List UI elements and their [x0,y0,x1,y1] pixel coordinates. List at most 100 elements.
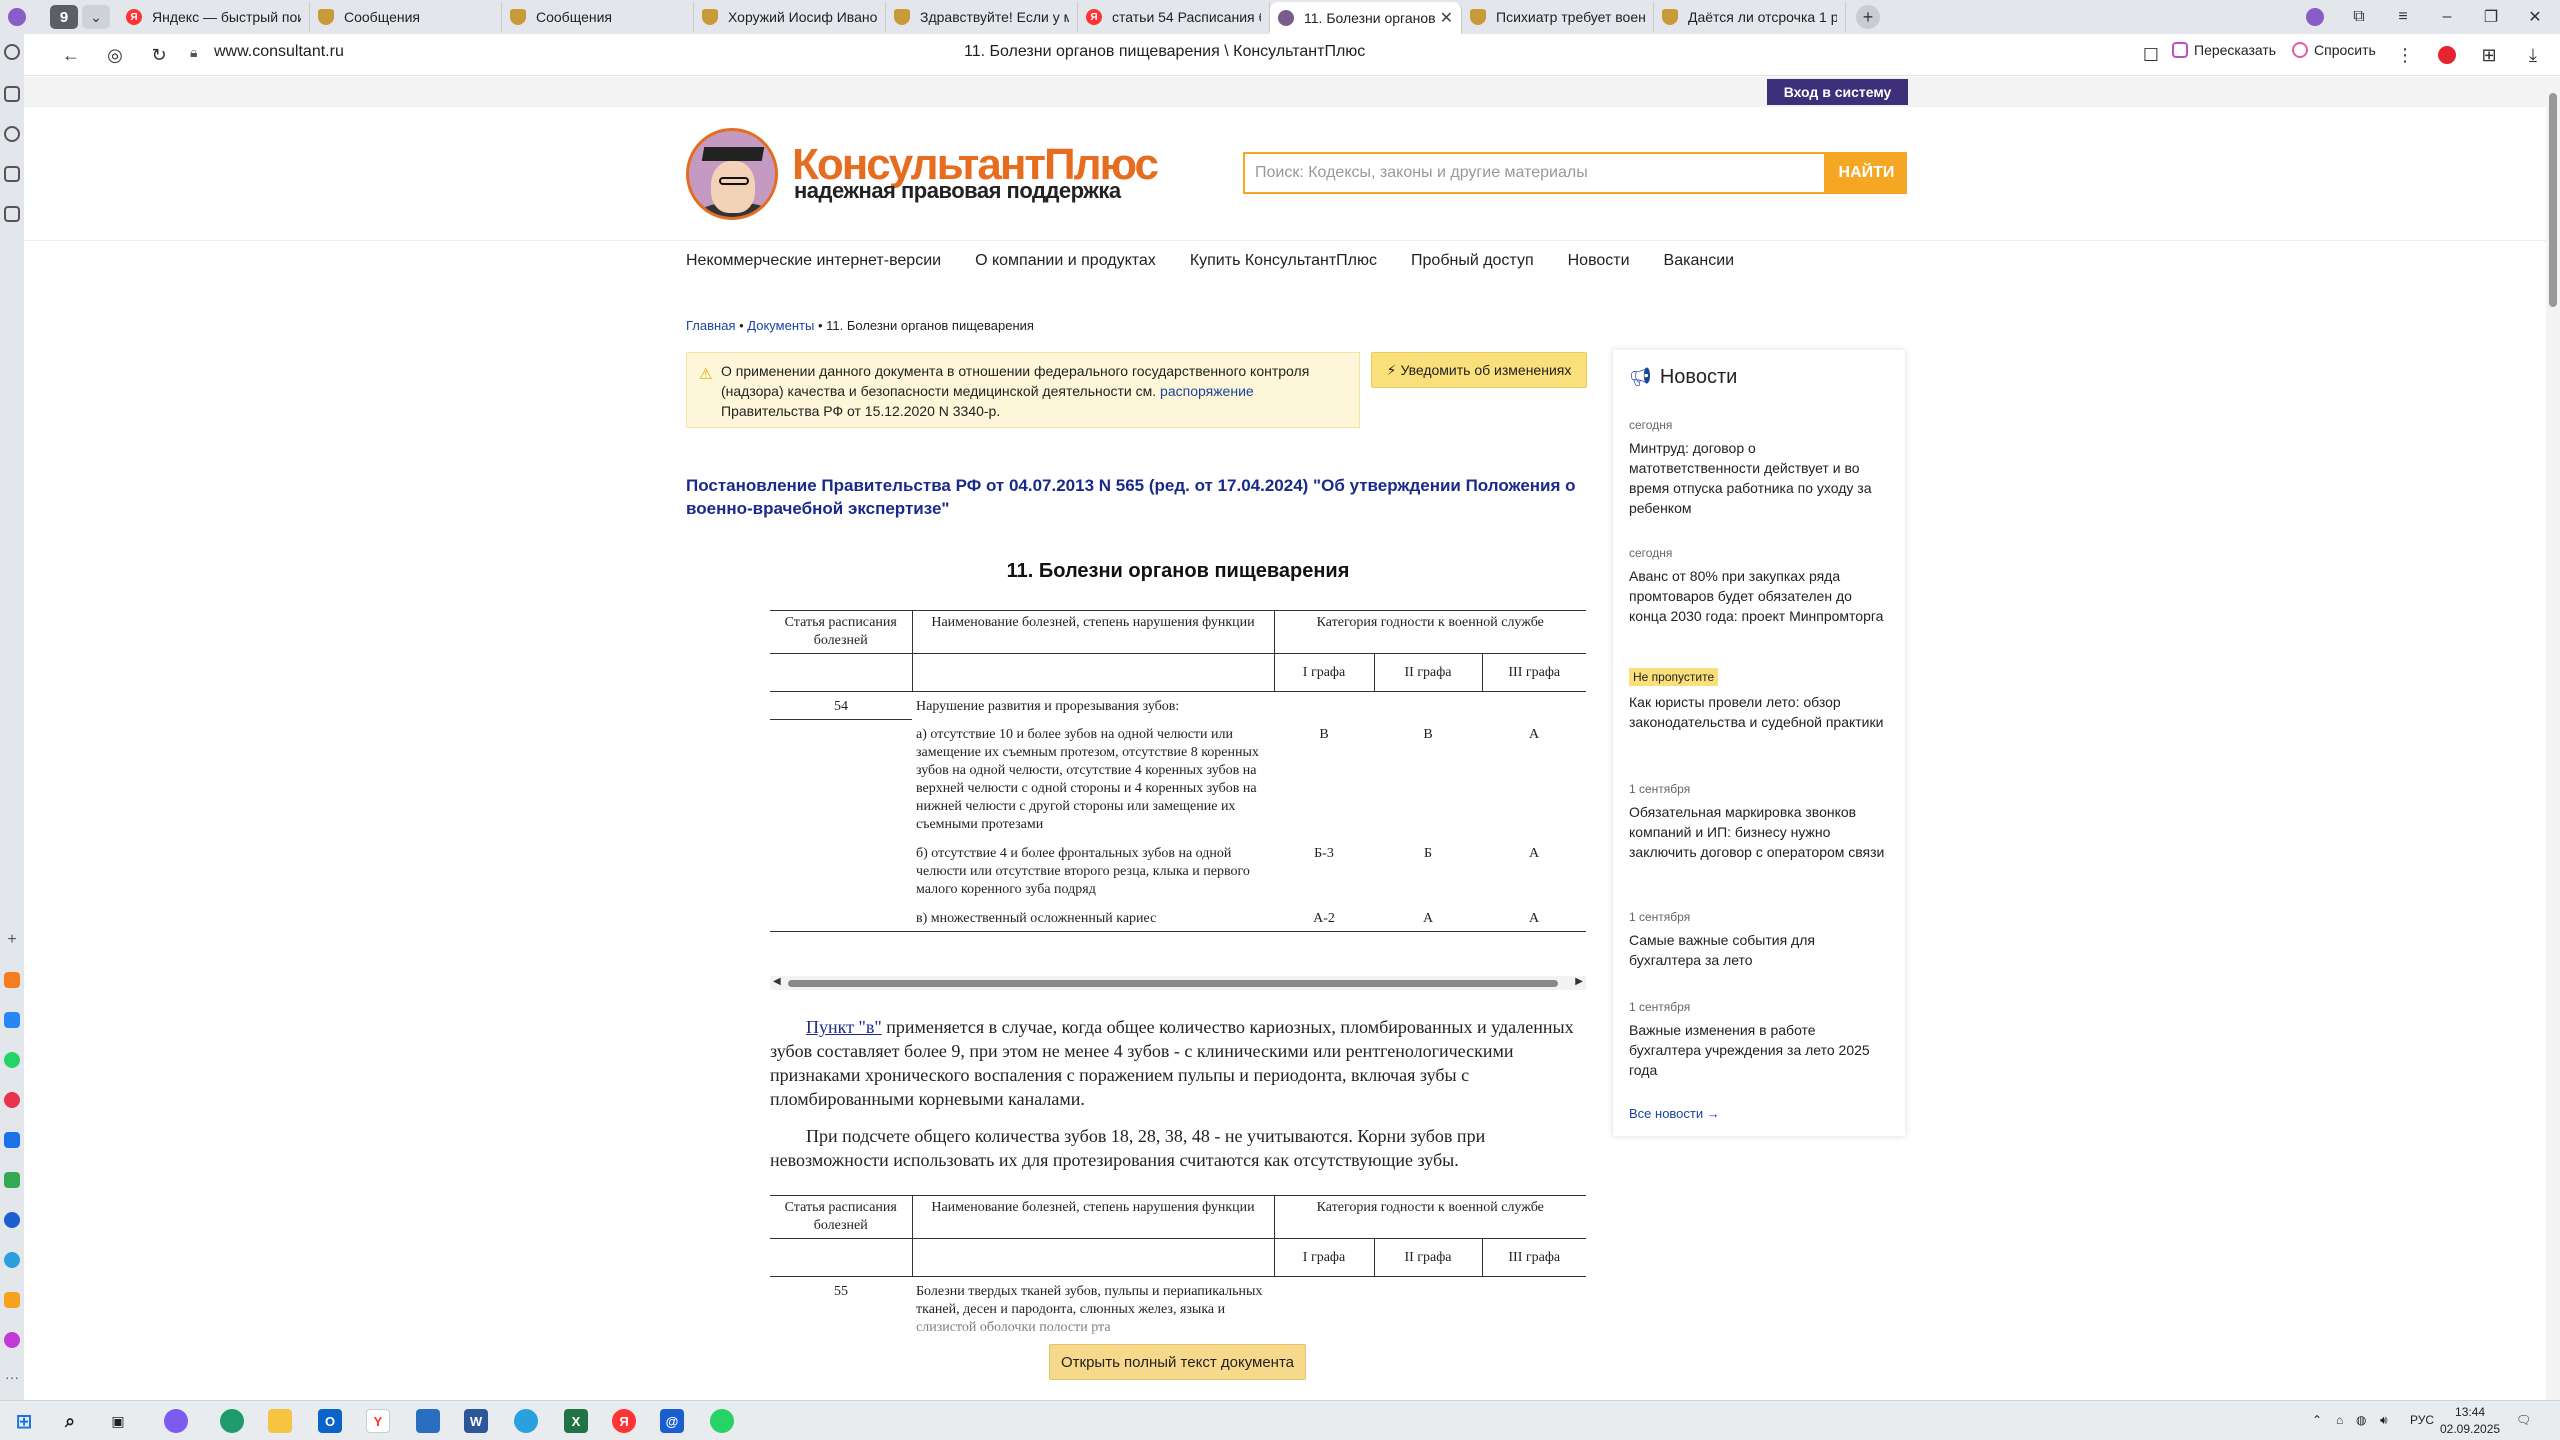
history-icon[interactable] [4,44,20,60]
app-orange-icon[interactable] [4,972,20,988]
telegram-icon[interactable] [4,1252,20,1268]
tab[interactable]: Ястатьи 54 Расписания бо [1078,2,1270,32]
excel-icon[interactable]: X [564,1409,588,1433]
tray-chevron-up-icon[interactable]: ⌃ [2312,1413,2322,1427]
outlook-icon[interactable]: O [318,1409,342,1433]
task-view-icon[interactable]: ▣ [106,1409,130,1433]
breadcrumb-docs[interactable]: Документы [747,318,814,333]
account-icon[interactable]: ◎ [98,34,132,76]
close-window-icon[interactable]: ✕ [2518,0,2552,34]
open-full-text-button[interactable]: Открыть полный текст документа [1049,1344,1306,1380]
tab[interactable]: Здравствуйте! Если у меня [886,2,1078,32]
collections-icon[interactable]: ⧉ [2342,0,2376,34]
vk-icon[interactable] [4,1012,20,1028]
close-tab-icon[interactable]: ✕ [1440,8,1453,28]
mail-at-icon[interactable] [4,1212,20,1228]
file-explorer-icon[interactable] [268,1409,292,1433]
menu-icon[interactable]: ≡ [2386,0,2420,34]
retell-button[interactable]: Пересказать [2172,42,2276,58]
mail-at-icon[interactable]: @ [660,1409,684,1433]
whatsapp-icon[interactable] [4,1052,20,1068]
scroll-right-icon[interactable]: ▶ [1575,976,1583,987]
notify-changes-button[interactable]: ⚡ Уведомить об изменениях [1371,352,1587,388]
tab[interactable]: ЯЯндекс — быстрый поиск [118,2,310,32]
news-item[interactable]: 1 сентября Важные изменения в работе бух… [1629,1000,1889,1080]
scroll-left-icon[interactable]: ◀ [773,976,781,987]
bookmarks-icon[interactable] [4,86,20,102]
document-title[interactable]: Постановление Правительства РФ от 04.07.… [686,474,1586,520]
nav-item-noncommercial[interactable]: Некоммерческие интернет-версии [686,252,941,270]
restore-icon[interactable]: ❐ [2474,0,2508,34]
scroll-thumb[interactable] [788,980,1558,987]
clock[interactable]: 13:44 02.09.2025 [2440,1404,2500,1438]
browser-menu-icon[interactable] [0,0,34,34]
search-button[interactable]: НАЙТИ [1826,152,1907,194]
image-app-icon[interactable] [416,1409,440,1433]
all-news-link[interactable]: Все новости → [1629,1106,1720,1121]
login-button[interactable]: Вход в систему [1767,79,1908,105]
word-icon[interactable]: W [464,1409,488,1433]
adblock-icon[interactable] [2430,34,2464,76]
notification-icon[interactable]: 🗨︎ [2516,1413,2531,1427]
lock-icon[interactable]: 🔒︎ [190,44,206,64]
news-item[interactable]: сегодня Аванс от 80% при закупках ряда п… [1629,546,1889,626]
language-indicator[interactable]: РУС [2410,1413,2434,1427]
nav-item-news[interactable]: Новости [1568,252,1630,270]
nav-item-buy[interactable]: Купить КонсультантПлюс [1190,252,1377,270]
extensions-icon[interactable]: ⊞ [2472,34,2506,76]
breadcrumb-home[interactable]: Главная [686,318,735,333]
wifi-icon[interactable]: ◍ [2356,1413,2366,1427]
tab[interactable]: Даётся ли отсрочка 1 раз [1654,2,1846,32]
camera-icon[interactable] [4,206,20,222]
minimize-icon[interactable]: – [2430,0,2464,34]
network-icon[interactable]: ⌂ [2336,1413,2343,1427]
tab-list-chevron-icon[interactable]: ⌄ [82,5,110,29]
tab-active[interactable]: 11. Болезни органов пи✕ [1270,2,1462,34]
alice-icon[interactable] [164,1409,188,1433]
page-vertical-scrollbar[interactable] [2546,77,2560,1400]
whatsapp-icon[interactable] [710,1409,734,1433]
apps-grid-icon[interactable] [4,1172,20,1188]
app-red-icon[interactable] [4,1092,20,1108]
downloads-icon[interactable]: ⤓ [2516,34,2550,76]
app-yellow-icon[interactable] [4,1292,20,1308]
tab[interactable]: Сообщения [502,2,694,32]
app-blue-icon[interactable] [4,1132,20,1148]
tab[interactable]: Психиатр требует военн [1462,2,1654,32]
reload-icon[interactable]: ↻ [142,34,176,76]
point-v-link[interactable]: Пункт "в" [806,1017,882,1037]
edge-icon[interactable] [220,1409,244,1433]
news-item[interactable]: 1 сентября Самые важные события для бухг… [1629,910,1889,970]
volume-icon[interactable]: 🔊︎ [2380,1413,2388,1428]
news-item[interactable]: сегодня Минтруд: договор о матответствен… [1629,418,1889,518]
telegram-icon[interactable] [514,1409,538,1433]
alice-icon[interactable] [4,1332,20,1348]
more-vertical-icon[interactable]: ⋮ [2388,34,2422,76]
nav-item-about[interactable]: О компании и продуктах [975,252,1156,270]
yandex-icon[interactable]: Я [612,1409,636,1433]
news-item[interactable]: 1 сентября Обязательная маркировка звонк… [1629,782,1889,862]
search-input[interactable] [1245,154,1824,192]
profile-icon[interactable] [2298,0,2332,34]
news-item[interactable]: Не пропустите Как юристы провели лето: о… [1629,668,1889,732]
add-panel-plus-icon[interactable]: + [4,932,20,948]
table-horizontal-scrollbar[interactable]: ◀ ▶ [770,976,1586,990]
more-icon[interactable]: ··· [4,1370,20,1388]
play-icon[interactable] [4,126,20,142]
yandex-browser-icon[interactable]: Y [366,1409,390,1433]
ask-button[interactable]: Спросить [2292,42,2376,58]
search-icon[interactable]: ⌕ [58,1409,82,1433]
warning-link[interactable]: распоряжение [1160,383,1254,399]
nav-item-vacancies[interactable]: Вакансии [1664,252,1735,270]
windows-start-icon[interactable]: ⊞ [12,1409,36,1433]
tab-counter[interactable]: 9 [50,5,78,29]
nav-item-trial[interactable]: Пробный доступ [1411,252,1534,270]
url-field[interactable]: www.consultant.ru [214,43,344,61]
consultant-logo-icon[interactable] [686,128,778,220]
scroll-thumb[interactable] [2549,93,2557,307]
new-tab-plus-icon[interactable]: + [1856,5,1880,29]
tabs-icon[interactable] [4,166,20,182]
tab[interactable]: Сообщения [310,2,502,32]
bookmark-icon[interactable]: ☐ [2134,34,2168,76]
tab[interactable]: Хоружий Иосиф Иванович [694,2,886,32]
